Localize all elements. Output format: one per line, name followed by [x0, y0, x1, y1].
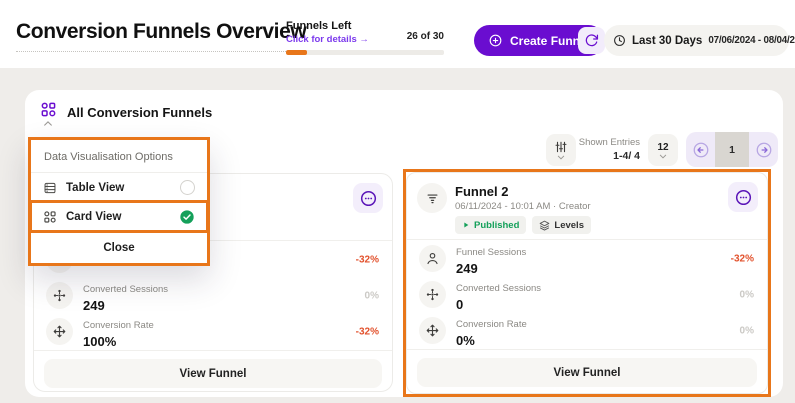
metric-change: 0%	[740, 289, 754, 300]
metric-value: 100%	[83, 334, 154, 349]
radio-unchecked-icon[interactable]	[180, 180, 195, 195]
metric-label: Funnel Sessions	[456, 247, 526, 258]
shown-entries: Shown Entries 1-4/ 4	[560, 137, 640, 162]
refresh-button[interactable]	[578, 27, 605, 54]
metric-value: 249	[456, 261, 526, 276]
card-view-grid-icon	[43, 210, 57, 224]
top-bar: Conversion Funnels Overview Funnels Left…	[0, 0, 795, 68]
metric-change: 0%	[740, 325, 754, 336]
arrow-right-circle-icon	[755, 141, 773, 159]
badges: Published Levels	[455, 216, 591, 234]
annotation-highlight-card: Funnel 2 06/11/2024 - 10:01 AM · Creator…	[403, 169, 771, 397]
table-view-option[interactable]: Table View	[31, 173, 207, 202]
nodes-icon	[46, 282, 73, 309]
metric-change: -32%	[356, 254, 379, 265]
funnel-icon	[417, 183, 447, 213]
close-button[interactable]: Close	[31, 232, 207, 263]
prev-page-button[interactable]	[686, 132, 715, 167]
shown-entries-label: Shown Entries	[560, 137, 640, 148]
levels-label: Levels	[554, 220, 584, 231]
funnel-subtitle: 06/11/2024 - 10:01 AM · Creator	[455, 201, 591, 212]
metric-row: Funnel Sessions 249 -32%	[407, 241, 767, 276]
metric-label: Converted Sessions	[456, 283, 541, 294]
table-view-icon	[43, 181, 57, 195]
plus-circle-icon	[488, 33, 503, 48]
user-icon	[419, 245, 446, 272]
data-visualisation-popup: Data Visualisation Options Table View Ca…	[28, 137, 210, 266]
metric-value: 0	[456, 297, 541, 312]
metric-label: Converted Sessions	[83, 284, 168, 295]
current-page[interactable]: 1	[715, 132, 749, 167]
levels-badge[interactable]: Levels	[532, 216, 591, 234]
ellipsis-circle-icon	[734, 188, 753, 207]
popup-title: Data Visualisation Options	[31, 140, 207, 172]
date-range-picker[interactable]: Last 30 Days 07/06/2024 - 08/04/2024	[604, 25, 789, 56]
page-size-value: 12	[657, 142, 668, 153]
clock-icon	[613, 34, 626, 47]
refresh-icon	[584, 33, 599, 48]
table-view-label: Table View	[66, 182, 124, 194]
page-size-select[interactable]: 12	[648, 134, 678, 166]
layers-icon	[539, 220, 550, 231]
panel-title: All Conversion Funnels	[67, 105, 212, 120]
metric-change: -32%	[731, 253, 754, 264]
date-range-value: 07/06/2024 - 08/04/2024	[708, 35, 795, 46]
grid-icon	[40, 101, 57, 118]
nodes-icon	[419, 281, 446, 308]
cross-arrows-icon	[419, 317, 446, 344]
funnel-card-2: Funnel 2 06/11/2024 - 10:01 AM · Creator…	[406, 172, 768, 394]
metric-value: 249	[83, 298, 168, 313]
more-options-button[interactable]	[728, 182, 758, 212]
view-funnel-button[interactable]: View Funnel	[417, 358, 757, 387]
view-funnel-button[interactable]: View Funnel	[44, 359, 382, 388]
arrow-left-circle-icon	[692, 141, 710, 159]
next-page-button[interactable]	[749, 132, 778, 167]
published-badge: Published	[455, 216, 526, 234]
more-options-button[interactable]	[353, 183, 383, 213]
metric-label: Conversion Rate	[456, 319, 527, 330]
metric-value: 0%	[456, 333, 527, 348]
metric-row: Converted Sessions 0 0%	[407, 277, 767, 312]
chevron-down-icon	[659, 154, 667, 159]
pagination: 1	[686, 132, 778, 167]
card-view-label: Card View	[66, 211, 121, 223]
metric-label: Conversion Rate	[83, 320, 154, 331]
page-title: Conversion Funnels Overview	[16, 20, 306, 52]
play-icon	[462, 221, 470, 229]
funnels-left-count: 26 of 30	[407, 31, 444, 42]
metrics-list: Funnel Sessions 249 -32% Converte	[407, 241, 767, 349]
metric-change: -32%	[356, 326, 379, 337]
cross-arrows-icon	[46, 318, 73, 345]
metric-row: Converted Sessions 249 0%	[34, 278, 392, 313]
funnel-title: Funnel 2	[455, 184, 508, 199]
funnels-left-widget: Funnels Left Click for details → 26 of 3…	[286, 20, 444, 55]
check-circle-icon[interactable]	[179, 209, 195, 225]
date-preset-label: Last 30 Days	[632, 35, 702, 47]
funnels-progress-bar	[286, 50, 307, 55]
card-footer: View Funnel	[34, 350, 392, 388]
funnels-progress-track	[286, 50, 444, 55]
ellipsis-circle-icon	[359, 189, 378, 208]
card-footer: View Funnel	[407, 349, 767, 387]
card-header: Funnel 2 06/11/2024 - 10:01 AM · Creator…	[407, 173, 767, 240]
chevron-up-icon[interactable]	[43, 120, 53, 127]
published-label: Published	[474, 220, 519, 231]
metric-change: 0%	[365, 290, 379, 301]
card-view-option[interactable]: Card View	[31, 202, 207, 231]
metric-row: Conversion Rate 100% -32%	[34, 314, 392, 349]
metric-row: Conversion Rate 0% 0%	[407, 313, 767, 348]
shown-entries-value: 1-4/ 4	[560, 150, 640, 162]
